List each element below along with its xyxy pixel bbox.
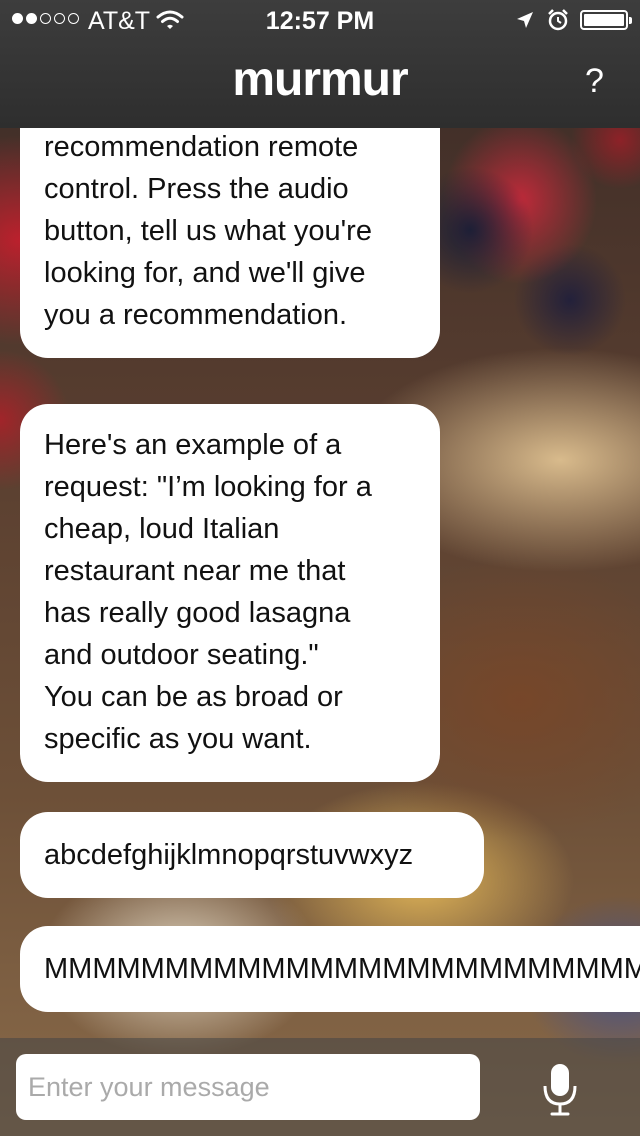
clock-time: 12:57 PM [265,7,375,35]
microphone-icon[interactable] [540,1062,580,1118]
chat-messages[interactable]: restaurant recommendation remote control… [0,128,640,1038]
message-bubble: restaurant recommendation remote control… [20,128,440,358]
message-bubble: abcdefghijklmnopqrstuvwxyz [20,812,484,898]
status-bar: AT&T 12:57 PM [0,0,640,40]
battery-level-fill [584,14,624,26]
app-logo: murmur [232,53,408,106]
help-button[interactable]: ? [585,62,604,101]
top-bar: AT&T 12:57 PM murmur ? [0,0,640,128]
message-bubble: Here's an example of a request: "I’m loo… [20,404,440,782]
alarm-clock-icon [548,9,568,31]
location-arrow-icon [517,12,533,28]
composer-bar [0,1038,640,1136]
battery-nub [629,17,632,24]
message-bubble: MMMMMMMMMMMMMMMMMMMMMMMMM [20,926,640,1012]
message-input[interactable] [16,1054,480,1120]
battery-icon [580,10,632,30]
